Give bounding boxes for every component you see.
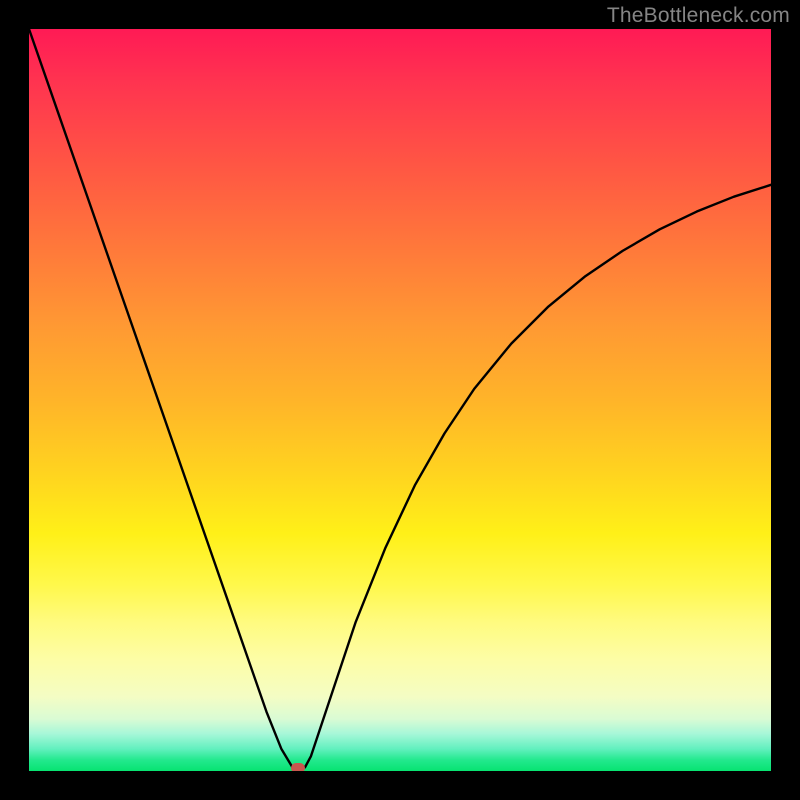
chart-frame: TheBottleneck.com [0, 0, 800, 800]
plot-area [29, 29, 771, 771]
bottleneck-curve [29, 29, 771, 771]
site-watermark: TheBottleneck.com [607, 4, 790, 28]
curve-svg [29, 29, 771, 771]
optimal-marker [291, 763, 305, 771]
